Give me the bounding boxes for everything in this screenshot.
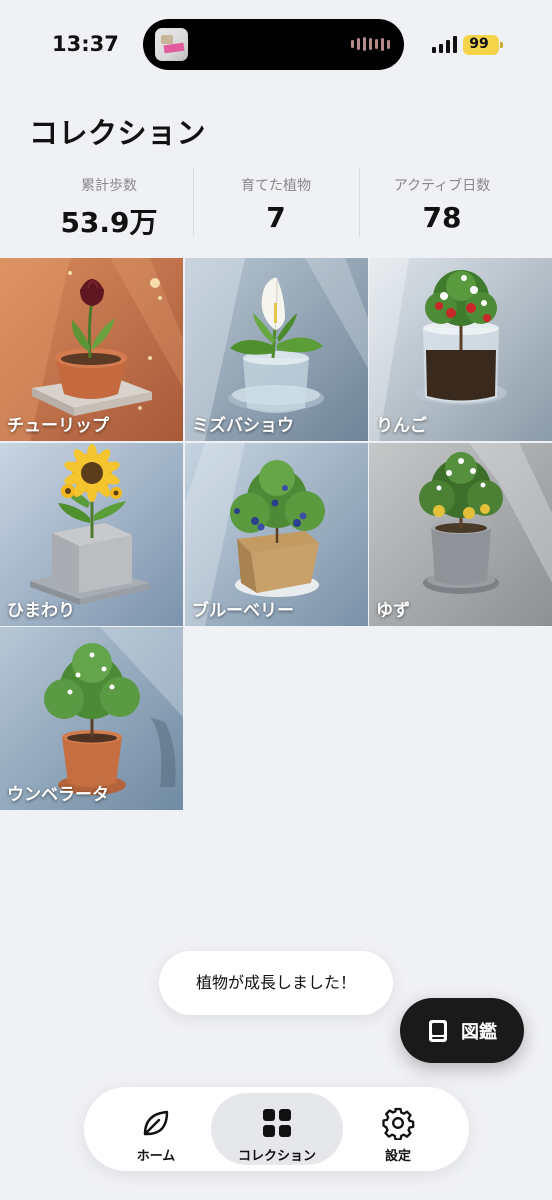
book-icon <box>429 1019 447 1042</box>
stat-label: 累計歩数 <box>81 178 137 194</box>
plant-card-calla-lily[interactable]: ミズバショウ <box>185 258 368 441</box>
cellular-signal-icon <box>432 36 457 53</box>
stat-plants-grown: 育てた植物 7 <box>193 168 359 238</box>
stat-total-steps: 累計歩数 53.9万 <box>26 168 192 239</box>
stat-label: アクティブ日数 <box>393 178 491 194</box>
now-playing-thumbnail <box>155 28 188 61</box>
plant-name: ゆず <box>376 601 410 621</box>
plant-name: チューリップ <box>7 416 109 436</box>
plant-name: ひまわり <box>7 601 75 621</box>
stats-row: 累計歩数 53.9万 育てた植物 7 アクティブ日数 78 <box>0 168 552 239</box>
nav-label: ホーム <box>136 1149 176 1164</box>
grid-icon <box>263 1109 291 1137</box>
stat-value: 78 <box>422 201 462 234</box>
plant-card-apple[interactable]: りんご <box>369 258 552 441</box>
dynamic-island[interactable] <box>143 19 404 70</box>
gear-icon <box>382 1107 415 1140</box>
plant-card-yuzu[interactable]: ゆず <box>369 443 552 626</box>
plant-name: ミズバショウ <box>192 416 294 436</box>
nav-item-settings[interactable]: 設定 <box>332 1093 464 1165</box>
page-title: コレクション <box>29 116 207 150</box>
plant-card-tulip[interactable]: チューリップ <box>0 258 183 441</box>
status-bar: 13:37 99 <box>0 0 552 90</box>
stat-active-days: アクティブ日数 78 <box>359 168 525 238</box>
plant-card-umbellata[interactable]: ウンベラータ <box>0 627 183 810</box>
plant-name: ブルーベリー <box>192 601 294 621</box>
plant-name: りんご <box>376 416 427 436</box>
nav-label: 設定 <box>384 1149 411 1164</box>
nav-item-home[interactable]: ホーム <box>90 1093 222 1165</box>
plant-card-blueberry[interactable]: ブルーベリー <box>185 443 368 626</box>
encyclopedia-label: 図鑑 <box>461 1021 497 1043</box>
status-time: 13:37 <box>52 32 119 56</box>
battery-icon: 99 <box>463 35 503 55</box>
stat-value: 7 <box>266 201 286 234</box>
nav-label: コレクション <box>237 1149 316 1164</box>
bottom-navigation: ホーム コレクション 設定 <box>84 1087 469 1171</box>
encyclopedia-button[interactable]: 図鑑 <box>400 998 524 1063</box>
stat-value: 53.9万 <box>60 206 158 239</box>
battery-level: 99 <box>469 36 489 52</box>
plant-card-sunflower[interactable]: ひまわり <box>0 443 183 626</box>
toast-notification: 植物が成長しました！ <box>159 951 393 1015</box>
audio-waveform-icon <box>351 37 390 51</box>
nav-item-collection[interactable]: コレクション <box>211 1093 343 1165</box>
plant-name: ウンベラータ <box>7 785 109 805</box>
leaf-icon <box>143 1110 169 1136</box>
stat-label: 育てた植物 <box>241 178 311 194</box>
